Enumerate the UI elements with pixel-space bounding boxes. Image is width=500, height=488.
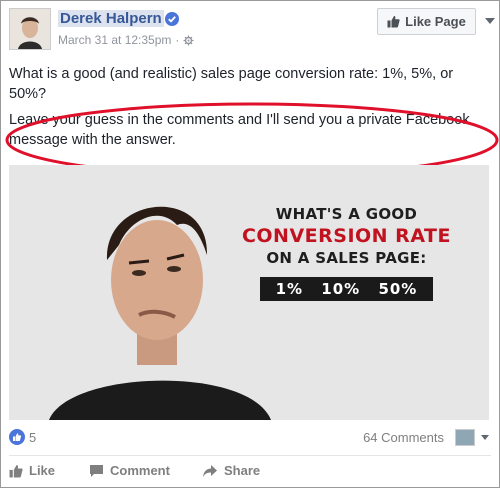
thumbs-up-icon — [387, 16, 400, 28]
post-image[interactable]: WHAT'S A GOOD CONVERSION RATE ON A SALES… — [9, 165, 489, 420]
post-body: What is a good (and realistic) sales pag… — [9, 64, 489, 156]
option-2: 10% — [321, 280, 361, 298]
reactions-bar: 5 64 Comments — [9, 429, 491, 447]
comment-button[interactable]: Comment — [89, 463, 170, 478]
facebook-post-card: Derek Halpern March 31 at 12:35pm · Like… — [0, 0, 500, 488]
option-3: 50% — [378, 280, 418, 298]
actions-divider — [9, 455, 491, 456]
post-options-chevron-icon[interactable] — [485, 18, 495, 24]
verified-badge-icon — [165, 12, 179, 26]
author-name-link[interactable]: Derek Halpern — [58, 10, 164, 27]
avatar-photo — [10, 9, 50, 49]
public-privacy-icon[interactable] — [183, 35, 194, 46]
commenter-avatar[interactable] — [455, 429, 475, 446]
comment-button-label: Comment — [110, 463, 170, 478]
thumbs-up-icon — [9, 464, 23, 477]
post-actions-bar: Like Comment Share — [9, 463, 491, 483]
share-arrow-icon — [203, 464, 217, 477]
image-headline: WHAT'S A GOOD CONVERSION RATE ON A SALES… — [242, 205, 451, 301]
comments-count-link[interactable]: 64 Comments — [363, 430, 444, 445]
like-button-label: Like — [29, 463, 56, 478]
like-page-button[interactable]: Like Page — [377, 8, 476, 35]
like-reaction-icon[interactable] — [9, 429, 25, 445]
option-1: 1% — [275, 280, 304, 298]
post-paragraph-question: What is a good (and realistic) sales pag… — [9, 66, 454, 102]
headline-line2: CONVERSION RATE — [241, 225, 451, 247]
headline-line3: ON A SALES PAGE: — [266, 249, 427, 267]
headline-line1: WHAT'S A GOOD — [275, 205, 418, 223]
share-button[interactable]: Share — [202, 463, 260, 478]
comment-bubble-icon — [90, 464, 103, 477]
post-meta: March 31 at 12:35pm · — [58, 33, 194, 47]
like-count[interactable]: 5 — [29, 430, 36, 445]
share-button-label: Share — [224, 463, 261, 478]
thumbs-up-icon — [13, 433, 22, 441]
timestamp-link[interactable]: March 31 at 12:35pm — [58, 33, 171, 47]
meta-separator: · — [175, 33, 180, 47]
percentage-options-box: 1% 10% 50% — [259, 277, 434, 301]
author-avatar[interactable] — [9, 8, 51, 50]
like-page-label: Like Page — [405, 14, 466, 29]
post-paragraph-instructions: Leave your guess in the comments and I'l… — [9, 112, 470, 148]
commenter-chevron-icon[interactable] — [481, 435, 489, 440]
like-button[interactable]: Like — [9, 463, 55, 478]
